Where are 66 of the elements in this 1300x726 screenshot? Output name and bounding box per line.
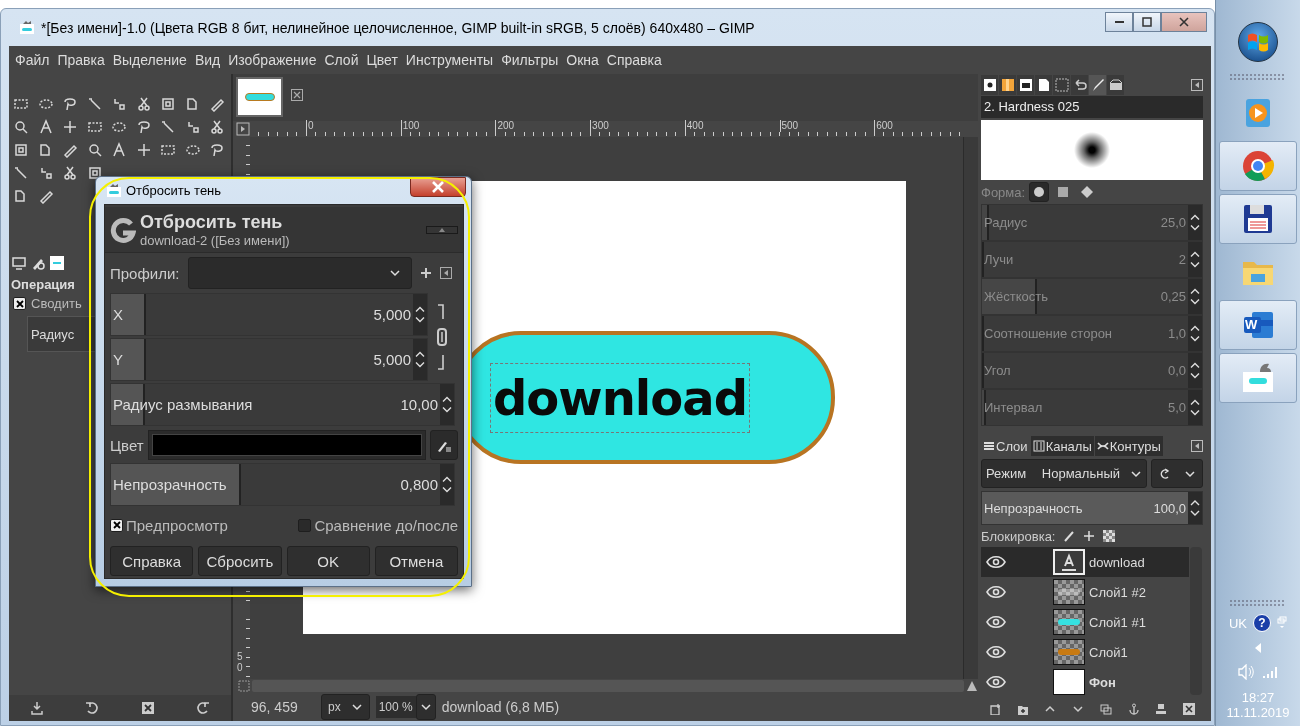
taskbar-button[interactable]: W <box>1219 300 1297 350</box>
window-title: *[Без имени]-1.0 (Цвета RGB 8 бит, нелинейное целочисленное, GIMP built-in sRGB, 5 слоёв) 640x480 – GIMP <box>41 19 755 36</box>
dialog-title: Отбросить тень <box>126 183 222 198</box>
zoom-field[interactable]: 100 % <box>375 696 416 718</box>
dialog-subtitle: download-2 ([Без имени]) <box>140 232 291 248</box>
canvas-text: download <box>490 362 751 433</box>
dialog-button[interactable]: Справка <box>110 546 194 576</box>
checkbox-label: Предпросмотр <box>126 516 228 534</box>
dialog-button[interactable]: Сбросить <box>198 546 282 576</box>
checkbox-label: Сводить <box>31 296 82 311</box>
unit-dropdown[interactable]: px <box>321 694 370 720</box>
menu-item[interactable]: Слой <box>320 52 363 68</box>
ruler-label: 400 <box>684 120 704 132</box>
ruler-label: 500 <box>779 120 799 132</box>
mode-label: Режим <box>986 466 1027 481</box>
ruler-label: 0 <box>306 120 314 132</box>
checkbox-label: Сравнение до/после <box>314 516 458 534</box>
layer-row[interactable]: Слой1 #2 <box>981 577 1189 607</box>
layer-row[interactable]: Слой1 <box>981 637 1189 667</box>
menu-item[interactable]: Окна <box>562 52 603 68</box>
tab-label: Каналы <box>1045 438 1092 454</box>
dialog-button[interactable]: OK <box>286 546 370 576</box>
layer-row[interactable]: download <box>981 547 1189 577</box>
dock-tab[interactable]: Каналы <box>1030 436 1094 456</box>
tab-label: Слои <box>996 438 1028 454</box>
profiles-label: Профили: <box>110 264 180 282</box>
mode-value: Нормальный <box>1041 466 1120 481</box>
menu-item[interactable]: Фильтры <box>497 52 563 68</box>
menu-item[interactable]: Файл <box>11 52 54 68</box>
layer-name: Фон <box>1089 674 1116 690</box>
layer-row[interactable]: Фон <box>981 667 1189 697</box>
menu-item[interactable]: Цвет <box>362 52 402 68</box>
app-letter: W <box>1245 317 1258 332</box>
lock-label: Блокировка: <box>981 528 1056 544</box>
ruler-label: 50 <box>237 651 244 673</box>
color-label: Цвет <box>110 436 144 454</box>
pointer-coordinates: 96, 459 <box>251 699 299 715</box>
menu-item[interactable]: Вид <box>190 52 225 68</box>
menu-item[interactable]: Изображение <box>224 52 321 68</box>
layer-name: Слой1 <box>1089 644 1128 660</box>
offset-spinner[interactable]: Y 5,000 <box>110 338 428 381</box>
ruler-label: 100 <box>400 120 420 132</box>
layer-name: Слой1 #2 <box>1089 584 1146 600</box>
brush-name: 2. Hardness 025 <box>981 96 1203 118</box>
menu-item[interactable]: Выделение <box>108 52 191 68</box>
shape-label: Форма: <box>981 184 1026 200</box>
layer-row[interactable]: Слой1 #1 <box>981 607 1189 637</box>
ruler-label: 200 <box>495 120 515 132</box>
value-spinner[interactable]: Непрозрачность 0,800 <box>110 463 455 506</box>
offset-spinner[interactable]: X 5,000 <box>110 293 428 336</box>
layer-name: download <box>1089 554 1145 570</box>
menu-item[interactable]: Справка <box>602 52 666 68</box>
status-text: download (6,8 МБ) <box>441 699 560 715</box>
value-spinner[interactable]: Радиус размывания 10,00 <box>110 383 455 426</box>
menu-item[interactable]: Инструменты <box>401 52 498 68</box>
dialog-button[interactable]: Отмена <box>374 546 458 576</box>
menu-item[interactable]: Правка <box>53 52 109 68</box>
help-button[interactable]: ? <box>1253 614 1272 632</box>
ruler-label: 600 <box>874 120 893 132</box>
dock-tab[interactable]: Контуры <box>1094 436 1163 456</box>
opacity-slider[interactable]: Непрозрачность 100,0 <box>981 491 1203 525</box>
tab-label: Контуры <box>1109 438 1161 454</box>
ruler-label: 300 <box>590 120 609 132</box>
dialog-heading: Отбросить тень <box>140 211 284 233</box>
mode-dropdown[interactable]: Режим Нормальный <box>981 459 1147 488</box>
layer-name: Слой1 #1 <box>1089 614 1146 630</box>
